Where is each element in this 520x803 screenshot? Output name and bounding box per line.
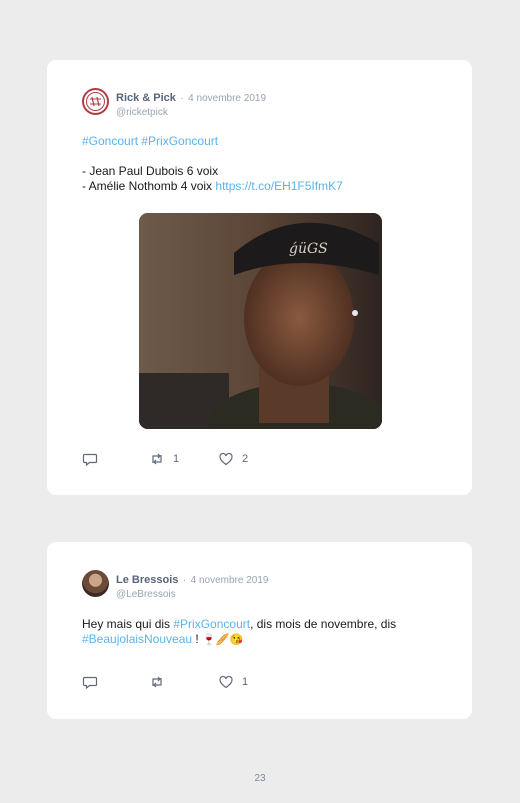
hashtag-link[interactable]: #Goncourt #PrixGoncourt bbox=[82, 134, 218, 148]
tweet-card: Le Bressois · 4 novembre 2019 @LeBressoi… bbox=[47, 542, 472, 719]
like-count: 1 bbox=[242, 676, 249, 688]
tweet-line: - Amélie Nothomb 4 voix https://t.co/EH1… bbox=[82, 179, 343, 194]
avatar[interactable] bbox=[82, 88, 109, 115]
author-info: Le Bressois · 4 novembre 2019 @LeBressoi… bbox=[116, 570, 268, 600]
user-handle[interactable]: @ricketpick bbox=[116, 107, 266, 118]
like-count: 2 bbox=[242, 453, 249, 465]
tweet-url-link[interactable]: https://t.co/EH1F5IfmK7 bbox=[215, 179, 342, 193]
tweet-image[interactable]: ǵüGS bbox=[139, 213, 382, 429]
like-button[interactable]: 2 bbox=[218, 451, 248, 467]
hashtag-link[interactable]: #PrixGoncourt bbox=[173, 617, 250, 631]
emoji-sequence: 🍷🥖😘 bbox=[202, 634, 244, 646]
display-name[interactable]: Rick & Pick bbox=[116, 92, 176, 104]
separator: · bbox=[180, 93, 184, 104]
retweet-icon bbox=[152, 676, 162, 688]
svg-text:ǵüGS: ǵüGS bbox=[289, 240, 328, 257]
tweet-text-part: , dis mois de novembre, dis bbox=[250, 617, 397, 631]
hashtag-link[interactable]: #BeaujolaisNouveau bbox=[82, 632, 192, 646]
tweet-text-part: Hey mais qui dis bbox=[82, 617, 174, 631]
tweet-line: - Jean Paul Dubois 6 voix bbox=[82, 164, 219, 178]
page-number: 23 bbox=[254, 773, 266, 784]
retweet-icon bbox=[152, 453, 162, 465]
separator: · bbox=[182, 575, 187, 586]
user-handle[interactable]: @LeBressois bbox=[116, 589, 268, 600]
tweet-date[interactable]: 4 novembre 2019 bbox=[191, 575, 269, 586]
like-button[interactable]: 1 bbox=[218, 674, 248, 690]
tweet-date[interactable]: 4 novembre 2019 bbox=[188, 93, 266, 104]
retweet-button[interactable]: 1 bbox=[149, 451, 179, 467]
tweet-card: Rick & Pick · 4 novembre 2019 @ricketpic… bbox=[47, 60, 472, 495]
retweet-button[interactable] bbox=[149, 674, 173, 690]
rick-pick-logo-icon bbox=[86, 92, 105, 111]
heart-icon bbox=[219, 452, 233, 466]
retweet-count: 1 bbox=[173, 453, 180, 465]
reply-icon bbox=[82, 676, 98, 690]
reply-icon bbox=[82, 453, 98, 467]
author-info: Rick & Pick · 4 novembre 2019 @ricketpic… bbox=[116, 88, 266, 118]
tweet-photo: ǵüGS bbox=[139, 213, 382, 429]
tweet-line-text: - Amélie Nothomb 4 voix bbox=[82, 179, 216, 193]
tweet-text: Hey mais qui dis #PrixGoncourt, dis mois… bbox=[82, 617, 442, 648]
reply-button[interactable] bbox=[82, 674, 98, 690]
tweet-text: #Goncourt #PrixGoncourt - Jean Paul Dubo… bbox=[82, 134, 343, 194]
tweet-text-part: ! bbox=[192, 632, 203, 646]
display-name[interactable]: Le Bressois bbox=[116, 574, 178, 586]
heart-icon bbox=[219, 675, 233, 689]
avatar[interactable] bbox=[82, 570, 109, 597]
reply-button[interactable] bbox=[82, 451, 98, 467]
